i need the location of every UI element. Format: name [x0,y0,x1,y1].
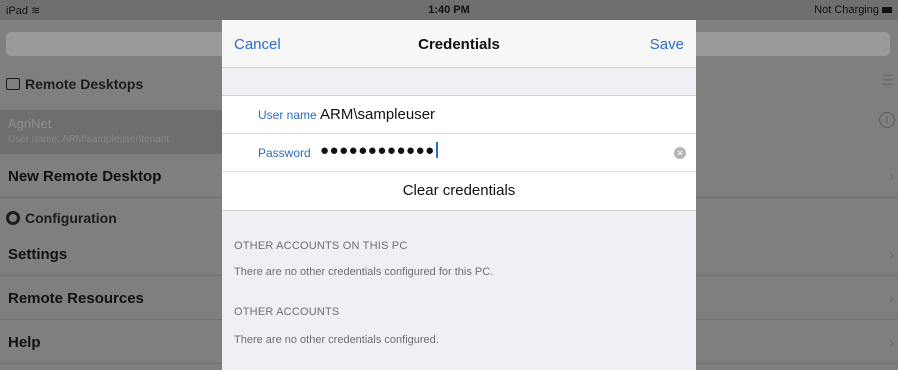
gear-icon [6,211,20,225]
right-row-settings[interactable]: › [696,232,898,276]
right-row-resources[interactable]: › [696,276,898,320]
remote-resources-item[interactable]: Remote Resources [0,276,222,320]
list-item-agrinet[interactable]: AgriNet User name: ARM\sampleuser\tenant [0,110,222,154]
status-battery: Not Charging [814,4,892,16]
clear-field-icon[interactable]: ✕ [674,147,686,159]
username-field[interactable]: User name ARM\sampleuser [222,96,696,134]
settings-item[interactable]: Settings [0,232,222,276]
password-label: Password [258,146,311,160]
clear-credentials-button[interactable]: Clear credentials [222,172,696,210]
other-accounts-note: There are no other credentials configure… [234,334,439,346]
credentials-form: User name ARM\sampleuser Password ●●●●●●… [222,95,696,211]
search-bar[interactable] [6,32,226,56]
text-cursor [435,142,438,158]
save-button[interactable]: Save [650,36,684,53]
chevron-right-icon: › [889,246,894,262]
right-row-help[interactable]: › [696,320,898,364]
other-accounts-pc-header: OTHER ACCOUNTS ON THIS PC [234,240,408,252]
agrinet-name: AgriNet [8,116,52,131]
username-label: User name [258,108,317,122]
modal-nav-bar: Cancel Credentials Save [222,20,696,68]
info-icon[interactable]: i [879,112,895,128]
password-input[interactable]: ●●●●●●●●●●●● [320,142,438,159]
other-accounts-header: OTHER ACCOUNTS [234,306,340,318]
menu-icon[interactable]: ☰ [881,72,894,89]
chevron-right-icon: › [889,334,894,350]
modal-title: Credentials [418,36,500,53]
chevron-right-icon: › [889,168,894,184]
new-remote-desktop-item[interactable]: New Remote Desktop [0,154,222,198]
help-item[interactable]: Help [0,320,222,364]
password-field[interactable]: Password ●●●●●●●●●●●● ✕ [222,134,696,172]
book-icon [6,78,20,90]
status-bar: iPad ≋ 1:40 PM Not Charging [0,0,898,20]
search-bar-right[interactable] [690,32,890,56]
right-row-new[interactable]: › [696,154,898,198]
agrinet-detail: User name: ARM\sampleuser\tenant [8,134,170,145]
chevron-right-icon: › [889,290,894,306]
credentials-modal: Cancel Credentials Save User name ARM\sa… [222,20,696,370]
username-input[interactable]: ARM\sampleuser [320,106,435,123]
battery-icon [882,7,892,14]
section-remote-desktops: Remote Desktops [0,66,222,100]
status-time: 1:40 PM [428,4,470,16]
section-configuration: Configuration [0,200,222,234]
other-accounts-pc-note: There are no other credentials configure… [234,266,494,278]
